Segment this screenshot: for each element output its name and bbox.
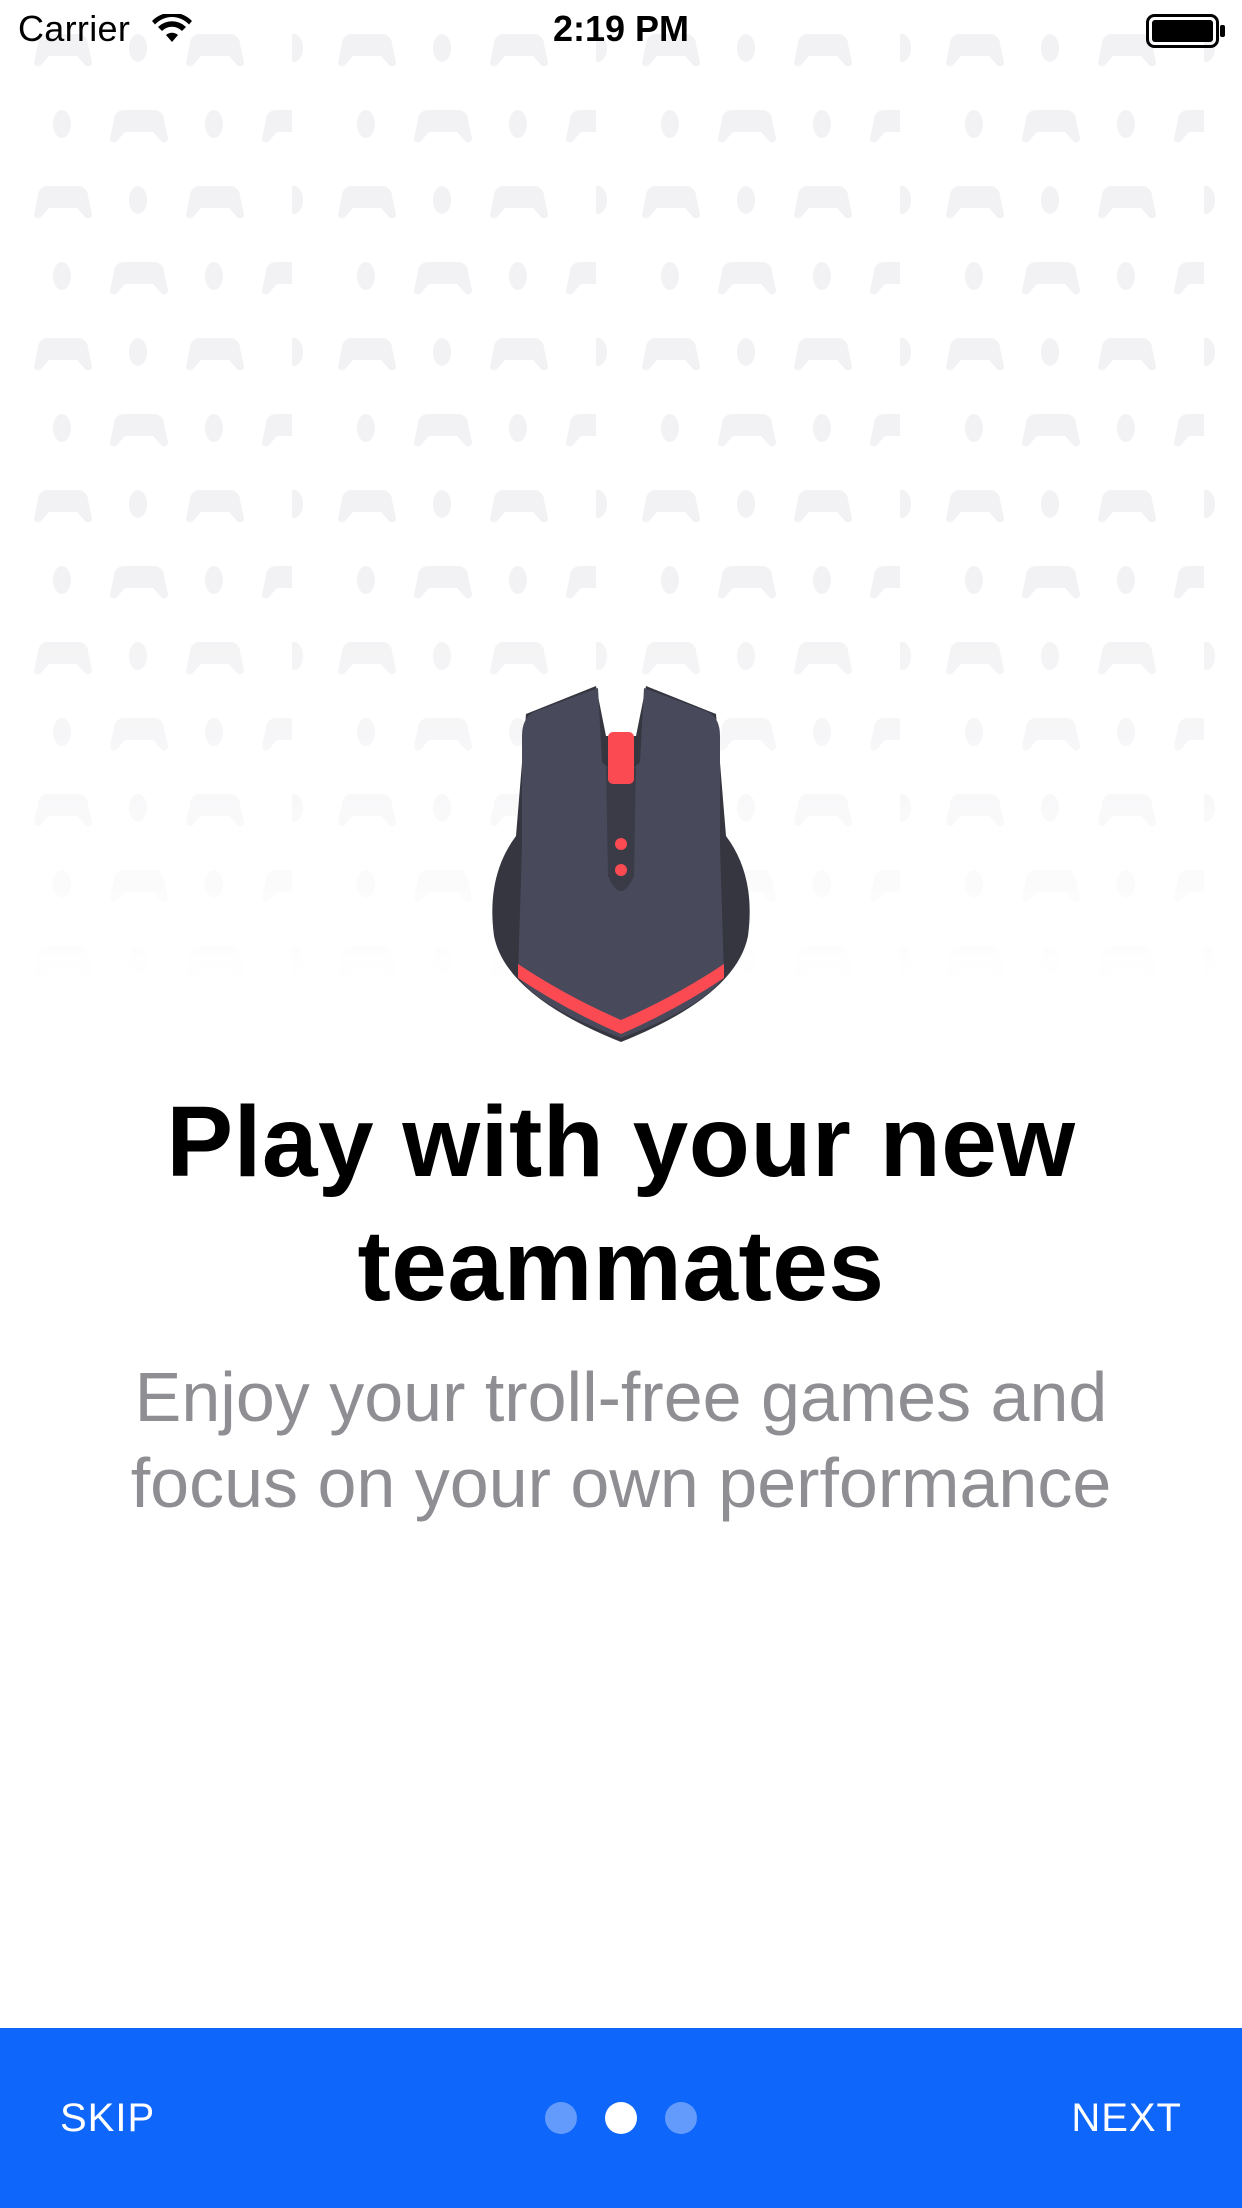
status-bar: Carrier 2:19 PM	[0, 0, 1242, 60]
page-indicator	[0, 2028, 1242, 2208]
page-dot[interactable]	[665, 2102, 697, 2134]
next-button[interactable]: NEXT	[1071, 2028, 1182, 2208]
gaming-mouse-icon	[486, 676, 756, 1046]
onboarding-screen: Carrier 2:19 PM Play with your new teamm…	[0, 0, 1242, 2208]
onboarding-title: Play with your new teammates	[166, 1086, 1076, 1322]
status-time: 2:19 PM	[552, 8, 690, 49]
onboarding-footer: SKIP NEXT	[0, 2028, 1242, 2208]
onboarding-subtitle: Enjoy your troll-free games and focus on…	[130, 1358, 1112, 1522]
page-dot-active[interactable]	[605, 2102, 637, 2134]
battery-icon	[1146, 14, 1226, 53]
page-dot[interactable]	[545, 2102, 577, 2134]
